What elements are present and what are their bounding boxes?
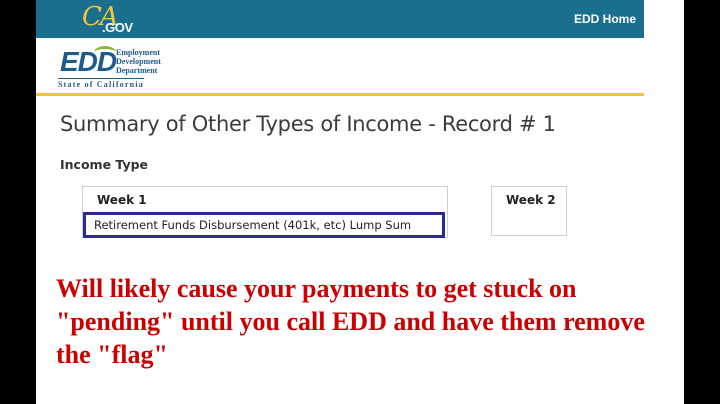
site-header: EDD Employment Development Department St… bbox=[36, 38, 644, 93]
week-2-panel: Week 2 bbox=[491, 186, 567, 236]
page-content: CA .GOV EDD Home EDD Employment Developm… bbox=[36, 0, 684, 404]
edd-dept-line-2: Development bbox=[116, 57, 161, 66]
header-divider bbox=[36, 93, 644, 96]
ca-gov-logo[interactable]: CA .GOV bbox=[82, 2, 133, 36]
week-1-panel: Week 1 Retirement Funds Disbursement (40… bbox=[82, 186, 448, 238]
gov-logo-text: .GOV bbox=[102, 20, 133, 35]
page-title: Summary of Other Types of Income - Recor… bbox=[60, 112, 556, 136]
week-1-label: Week 1 bbox=[97, 193, 147, 207]
edd-department-name: Employment Development Department bbox=[116, 48, 161, 75]
overlay-caption: Will likely cause your payments to get s… bbox=[56, 274, 645, 369]
top-navigation-bar: CA .GOV EDD Home bbox=[36, 0, 644, 38]
week-2-label: Week 2 bbox=[506, 193, 556, 207]
edd-logo-letters: EDD bbox=[60, 46, 117, 77]
edd-state-line: State of California bbox=[58, 78, 144, 89]
week-1-income-type-field[interactable]: Retirement Funds Disbursement (401k, etc… bbox=[83, 212, 445, 238]
income-type-label: Income Type bbox=[60, 157, 149, 172]
edd-home-link[interactable]: EDD Home bbox=[574, 12, 636, 26]
edd-dept-line-3: Department bbox=[116, 66, 158, 75]
edd-dept-line-1: Employment bbox=[116, 48, 160, 57]
edd-logo[interactable]: EDD Employment Development Department St… bbox=[58, 44, 178, 90]
